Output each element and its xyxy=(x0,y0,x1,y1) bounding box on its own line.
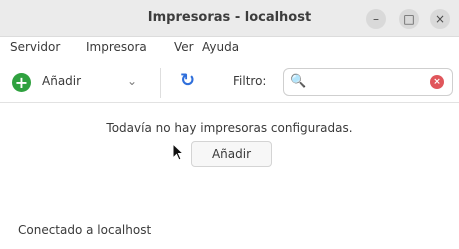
status-bar: Conectado a localhost xyxy=(18,223,152,237)
window-title: Impresoras - localhost xyxy=(147,10,312,25)
search-icon: 🔍 xyxy=(290,74,307,89)
chevron-down-icon[interactable]: ⌄ xyxy=(127,74,137,88)
empty-state-message: Todavía no hay impresoras configuradas. xyxy=(106,121,353,135)
add-icon[interactable]: + xyxy=(12,73,31,92)
filter-label: Filtro: xyxy=(233,74,267,88)
menu-ayuda[interactable]: Ayuda xyxy=(202,40,239,54)
mouse-cursor-icon xyxy=(172,143,185,161)
menu-ver[interactable]: Ver xyxy=(174,40,194,54)
refresh-icon[interactable]: ↻ xyxy=(180,70,195,91)
toolbar: + Añadir ⌄ ↻ Filtro: 🔍 × xyxy=(0,62,459,103)
minimize-icon[interactable]: – xyxy=(366,9,386,29)
close-icon[interactable]: × xyxy=(430,9,450,29)
clear-icon[interactable]: × xyxy=(430,75,444,89)
add-printer-center-button[interactable]: Añadir xyxy=(191,141,272,167)
maximize-icon[interactable]: □ xyxy=(399,9,419,29)
add-printer-button[interactable]: Añadir xyxy=(42,74,81,88)
title-bar[interactable]: Impresoras - localhost – □ × xyxy=(0,0,459,37)
toolbar-separator xyxy=(160,68,161,98)
menu-bar: Servidor Impresora Ver Ayuda xyxy=(0,37,459,59)
menu-servidor[interactable]: Servidor xyxy=(10,40,60,54)
filter-search-box[interactable]: 🔍 × xyxy=(283,68,453,96)
menu-impresora[interactable]: Impresora xyxy=(86,40,147,54)
printers-window: Impresoras - localhost – □ × Servidor Im… xyxy=(0,0,459,249)
filter-input[interactable] xyxy=(308,72,430,94)
